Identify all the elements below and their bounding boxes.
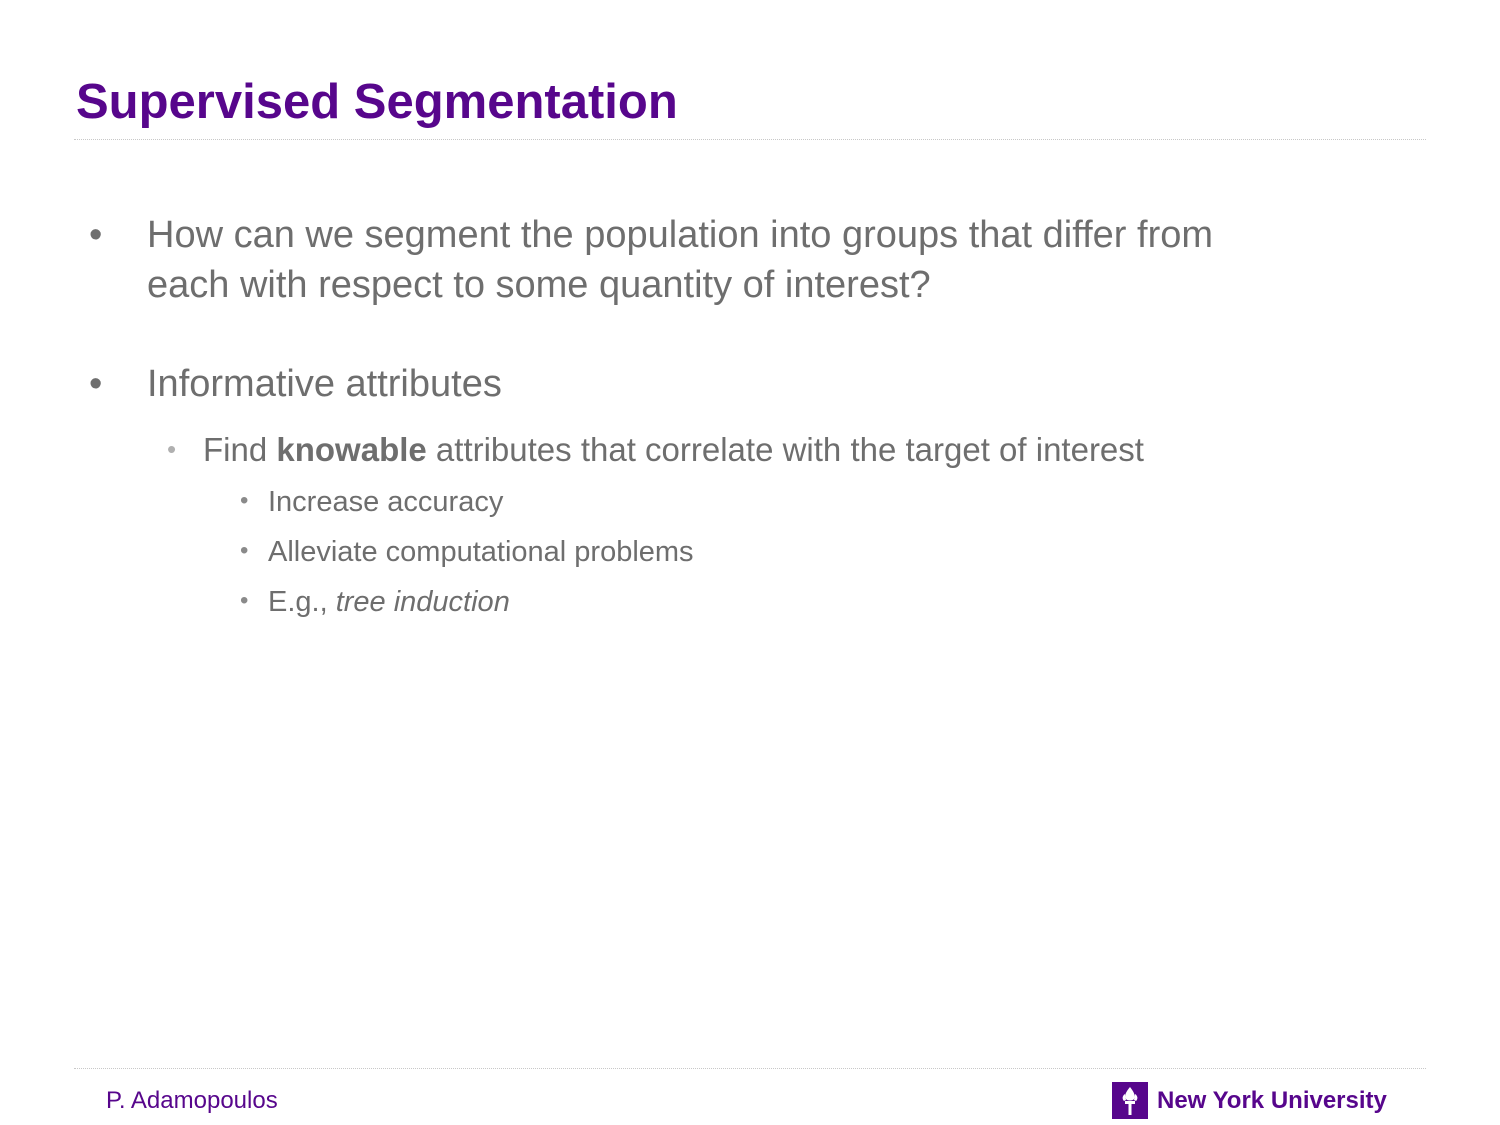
bullet-text: Informative attributes [147,363,502,405]
sub-sub-bullet-item: • Increase accuracy [240,484,504,520]
bullet-marker: • [240,587,249,614]
bullet-marker: • [89,363,103,405]
sub-sub-bullet-item: • Alleviate computational problems [240,534,694,570]
example-term: tree induction [335,586,510,618]
footer-author: P. Adamopoulos [106,1087,278,1114]
sub-bullet-text-start: Find [203,431,277,468]
sub-sub-bullet-text: Increase accuracy [268,486,504,518]
emphasized-term: knowable [276,431,427,468]
bullet-text: How can we segment the population into g… [147,214,1214,256]
bullet-item: • Informative attributes [89,359,502,409]
sub-bullet-text-end: attributes that correlate with the targe… [426,431,1144,468]
sub-sub-bullet-item: • E.g., tree induction [240,584,510,620]
footer-organization: New York University [1157,1087,1387,1114]
bullet-marker: • [89,214,103,256]
sub-sub-bullet-text: Alleviate computational problems [268,536,694,568]
bullet-marker: • [240,487,249,514]
footer-divider [74,1068,1426,1069]
title-divider [74,139,1426,140]
bullet-marker: • [240,537,249,564]
bullet-marker: • [167,434,177,464]
bullet-item: • How can we segment the population into… [89,210,1214,260]
sub-sub-bullet-text: E.g., [268,586,336,618]
sub-bullet-item: • Find knowable attributes that correlat… [167,430,1144,470]
nyu-torch-icon [1112,1082,1148,1119]
slide-title: Supervised Segmentation [76,75,678,129]
bullet-continuation: each with respect to some quantity of in… [147,260,931,310]
bullet-text: each with respect to some quantity of in… [147,264,931,306]
